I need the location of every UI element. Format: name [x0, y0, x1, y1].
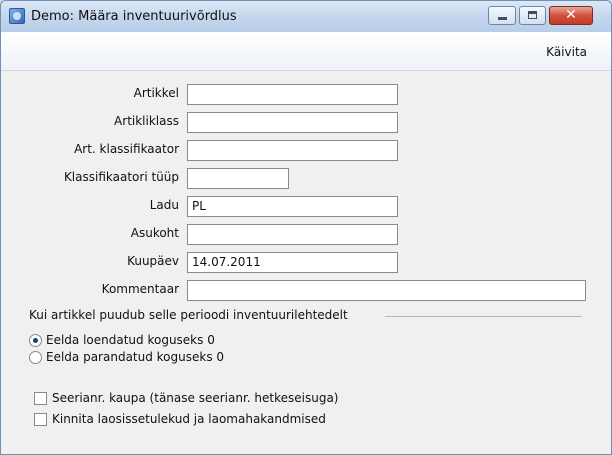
- maximize-button[interactable]: [519, 6, 546, 25]
- warehouse-label: Ladu: [149, 198, 179, 212]
- group-divider: [385, 316, 582, 317]
- minimize-button[interactable]: [488, 6, 516, 25]
- close-button[interactable]: ✕: [549, 6, 593, 25]
- classifier-type-label: Klassifikaatori tüüp: [63, 170, 179, 184]
- close-icon: ✕: [565, 7, 577, 23]
- date-label: Kuupäev: [127, 254, 179, 268]
- corrected-zero-radio[interactable]: [29, 351, 42, 364]
- corrected-zero-label[interactable]: Eelda parandatud koguseks 0: [46, 350, 224, 364]
- item-class-field[interactable]: [187, 112, 398, 133]
- missing-article-group-title: Kui artikkel puudub selle perioodi inven…: [29, 308, 348, 322]
- confirm-receipts-label[interactable]: Kinnita laosissetulekud ja laomahakandmi…: [52, 412, 326, 426]
- comment-field[interactable]: [187, 280, 586, 301]
- toolbar: Käivita: [1, 32, 611, 71]
- comment-label: Kommentaar: [101, 282, 179, 296]
- location-field[interactable]: [187, 224, 398, 245]
- serial-number-label[interactable]: Seerianr. kaupa (tänase seerianr. hetkes…: [52, 391, 338, 405]
- location-label: Asukoht: [130, 226, 179, 240]
- app-icon: [9, 8, 25, 24]
- minimize-icon: [498, 17, 507, 20]
- serial-number-checkbox[interactable]: [34, 392, 47, 405]
- article-label: Artikkel: [133, 86, 179, 100]
- counted-zero-radio[interactable]: [29, 334, 42, 347]
- classifier-label: Art. klassifikaator: [74, 142, 179, 156]
- window-title: Demo: Määra inventuurivõrdlus: [31, 9, 237, 24]
- run-button[interactable]: Käivita: [546, 45, 587, 59]
- title-bar[interactable]: Demo: Määra inventuurivõrdlus ✕: [1, 1, 611, 32]
- warehouse-field[interactable]: PL: [187, 196, 398, 217]
- article-field[interactable]: [187, 84, 398, 105]
- item-class-label: Artikliklass: [114, 114, 179, 128]
- counted-zero-label[interactable]: Eelda loendatud koguseks 0: [46, 333, 215, 347]
- classifier-field[interactable]: [187, 140, 398, 161]
- date-field[interactable]: 14.07.2011: [187, 252, 398, 273]
- confirm-receipts-checkbox[interactable]: [34, 413, 47, 426]
- dialog-window: Demo: Määra inventuurivõrdlus ✕ Käivita …: [0, 0, 612, 455]
- classifier-type-field[interactable]: [187, 168, 289, 189]
- maximize-icon: [528, 11, 537, 19]
